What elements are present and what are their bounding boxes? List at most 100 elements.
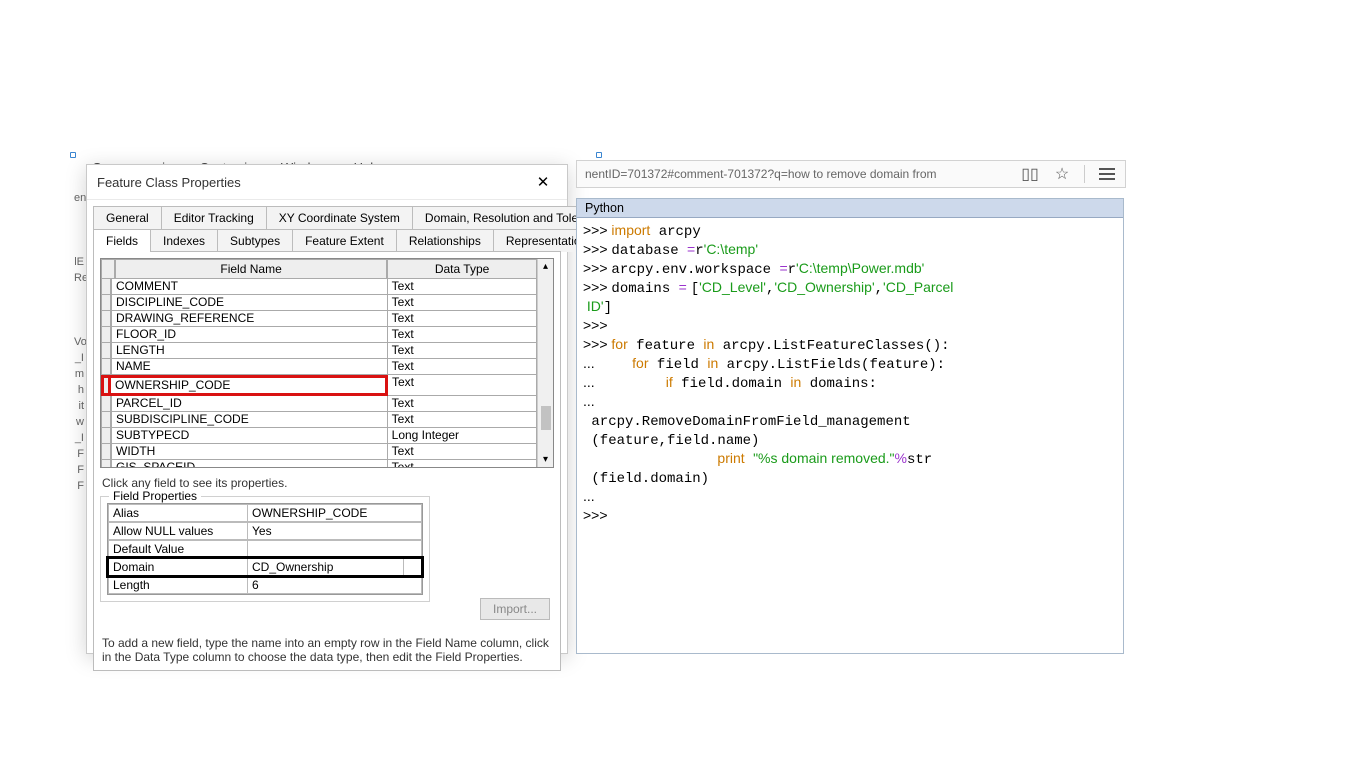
- table-row[interactable]: SUBDISCIPLINE_CODEText: [101, 412, 537, 428]
- field-name-cell[interactable]: GIS_SPACEID: [111, 460, 388, 467]
- tab-subtypes[interactable]: Subtypes: [217, 229, 293, 252]
- prop-value[interactable]: Yes: [248, 522, 422, 540]
- tab-fields-panel: Field Name Data Type COMMENTTextDISCIPLI…: [93, 251, 561, 671]
- grid-corner: [101, 259, 115, 279]
- field-type-cell[interactable]: Text: [388, 375, 537, 396]
- dialog-title: Feature Class Properties: [97, 175, 241, 190]
- row-header[interactable]: [101, 375, 111, 396]
- table-row[interactable]: PARCEL_IDText: [101, 396, 537, 412]
- property-row-default-value[interactable]: Default Value: [108, 540, 422, 558]
- table-row[interactable]: FLOOR_IDText: [101, 327, 537, 343]
- row-header[interactable]: [101, 311, 111, 327]
- reader-icon[interactable]: ▯▯: [1020, 164, 1040, 184]
- scroll-down-icon[interactable]: ▾: [541, 452, 550, 467]
- property-row-length[interactable]: Length6: [108, 576, 422, 594]
- prop-value[interactable]: CD_Ownership: [248, 558, 404, 576]
- prop-label: Default Value: [108, 540, 248, 558]
- prop-label: Length: [108, 576, 248, 594]
- tab-relationships[interactable]: Relationships: [396, 229, 494, 252]
- field-type-cell[interactable]: Text: [388, 412, 537, 428]
- field-type-cell[interactable]: Text: [388, 396, 537, 412]
- table-row[interactable]: GIS_SPACEIDText: [101, 460, 537, 467]
- import-button[interactable]: Import...: [480, 598, 550, 620]
- row-header[interactable]: [101, 327, 111, 343]
- prop-label: Alias: [108, 504, 248, 522]
- python-title[interactable]: Python: [577, 199, 1123, 218]
- scroll-thumb[interactable]: [541, 406, 551, 430]
- property-row-alias[interactable]: AliasOWNERSHIP_CODE: [108, 504, 422, 522]
- chevron-down-icon[interactable]: [404, 558, 422, 576]
- col-data-type[interactable]: Data Type: [387, 259, 537, 279]
- field-name-cell[interactable]: SUBDISCIPLINE_CODE: [111, 412, 388, 428]
- field-type-cell[interactable]: Text: [388, 279, 537, 295]
- close-icon[interactable]: ✕: [529, 171, 557, 193]
- tab-container: GeneralEditor TrackingXY Coordinate Syst…: [87, 200, 567, 671]
- property-row-allow-null-values[interactable]: Allow NULL valuesYes: [108, 522, 422, 540]
- property-row-domain[interactable]: DomainCD_Ownership: [108, 558, 422, 576]
- left-window-sliver: enlEReVo_Imhitw_IFFF: [74, 190, 84, 494]
- grid-header: Field Name Data Type: [101, 259, 537, 279]
- field-name-cell[interactable]: DISCIPLINE_CODE: [111, 295, 388, 311]
- field-name-cell[interactable]: FLOOR_ID: [111, 327, 388, 343]
- footnote: To add a new field, type the name into a…: [102, 636, 552, 664]
- field-type-cell[interactable]: Text: [388, 460, 537, 467]
- field-type-cell[interactable]: Text: [388, 295, 537, 311]
- prop-value[interactable]: OWNERSHIP_CODE: [248, 504, 422, 522]
- field-type-cell[interactable]: Text: [388, 343, 537, 359]
- feature-class-properties-dialog: Feature Class Properties ✕ GeneralEditor…: [86, 164, 568, 654]
- field-name-cell[interactable]: LENGTH: [111, 343, 388, 359]
- table-row[interactable]: DRAWING_REFERENCEText: [101, 311, 537, 327]
- browser-address-bar: nentID=701372#comment-701372?q=how to re…: [576, 160, 1126, 188]
- tab-indexes[interactable]: Indexes: [150, 229, 218, 252]
- grid-scrollbar[interactable]: ▴ ▾: [537, 259, 553, 467]
- prop-value[interactable]: [248, 540, 422, 558]
- field-name-cell[interactable]: OWNERSHIP_CODE: [111, 375, 388, 396]
- field-type-cell[interactable]: Text: [388, 311, 537, 327]
- tab-general[interactable]: General: [93, 206, 162, 229]
- menu-icon[interactable]: [1097, 164, 1117, 184]
- row-header[interactable]: [101, 412, 111, 428]
- row-header[interactable]: [101, 295, 111, 311]
- star-icon[interactable]: ☆: [1052, 164, 1072, 184]
- table-row[interactable]: SUBTYPECDLong Integer: [101, 428, 537, 444]
- row-header[interactable]: [101, 460, 111, 467]
- field-type-cell[interactable]: Long Integer: [388, 428, 537, 444]
- col-field-name[interactable]: Field Name: [115, 259, 387, 279]
- dialog-titlebar[interactable]: Feature Class Properties ✕: [87, 165, 567, 200]
- row-header[interactable]: [101, 343, 111, 359]
- row-header[interactable]: [101, 359, 111, 375]
- table-row[interactable]: DISCIPLINE_CODEText: [101, 295, 537, 311]
- table-row[interactable]: OWNERSHIP_CODEText: [101, 375, 537, 396]
- python-console[interactable]: >>> import arcpy >>> database =r'C:\temp…: [577, 218, 1123, 530]
- prop-label: Allow NULL values: [108, 522, 248, 540]
- field-name-cell[interactable]: COMMENT: [111, 279, 388, 295]
- row-header[interactable]: [101, 428, 111, 444]
- hint-text: Click any field to see its properties.: [102, 476, 552, 490]
- tab-fields[interactable]: Fields: [93, 229, 151, 252]
- field-type-cell[interactable]: Text: [388, 327, 537, 343]
- field-name-cell[interactable]: NAME: [111, 359, 388, 375]
- field-name-cell[interactable]: WIDTH: [111, 444, 388, 460]
- tab-xy-coordinate-system[interactable]: XY Coordinate System: [266, 206, 413, 229]
- field-properties-group: Field Properties AliasOWNERSHIP_CODEAllo…: [100, 496, 430, 602]
- field-name-cell[interactable]: DRAWING_REFERENCE: [111, 311, 388, 327]
- tab-editor-tracking[interactable]: Editor Tracking: [161, 206, 267, 229]
- scroll-up-icon[interactable]: ▴: [541, 259, 550, 274]
- table-row[interactable]: LENGTHText: [101, 343, 537, 359]
- table-row[interactable]: COMMENTText: [101, 279, 537, 295]
- field-name-cell[interactable]: PARCEL_ID: [111, 396, 388, 412]
- url-fragment[interactable]: nentID=701372#comment-701372?q=how to re…: [585, 167, 1008, 181]
- table-row[interactable]: NAMEText: [101, 359, 537, 375]
- fieldset-legend: Field Properties: [109, 489, 201, 503]
- selection-handle-tm[interactable]: [596, 152, 602, 158]
- row-header[interactable]: [101, 444, 111, 460]
- tab-feature-extent[interactable]: Feature Extent: [292, 229, 397, 252]
- row-header[interactable]: [101, 279, 111, 295]
- field-type-cell[interactable]: Text: [388, 444, 537, 460]
- table-row[interactable]: WIDTHText: [101, 444, 537, 460]
- prop-value[interactable]: 6: [248, 576, 422, 594]
- prop-label: Domain: [108, 558, 248, 576]
- field-type-cell[interactable]: Text: [388, 359, 537, 375]
- field-name-cell[interactable]: SUBTYPECD: [111, 428, 388, 444]
- row-header[interactable]: [101, 396, 111, 412]
